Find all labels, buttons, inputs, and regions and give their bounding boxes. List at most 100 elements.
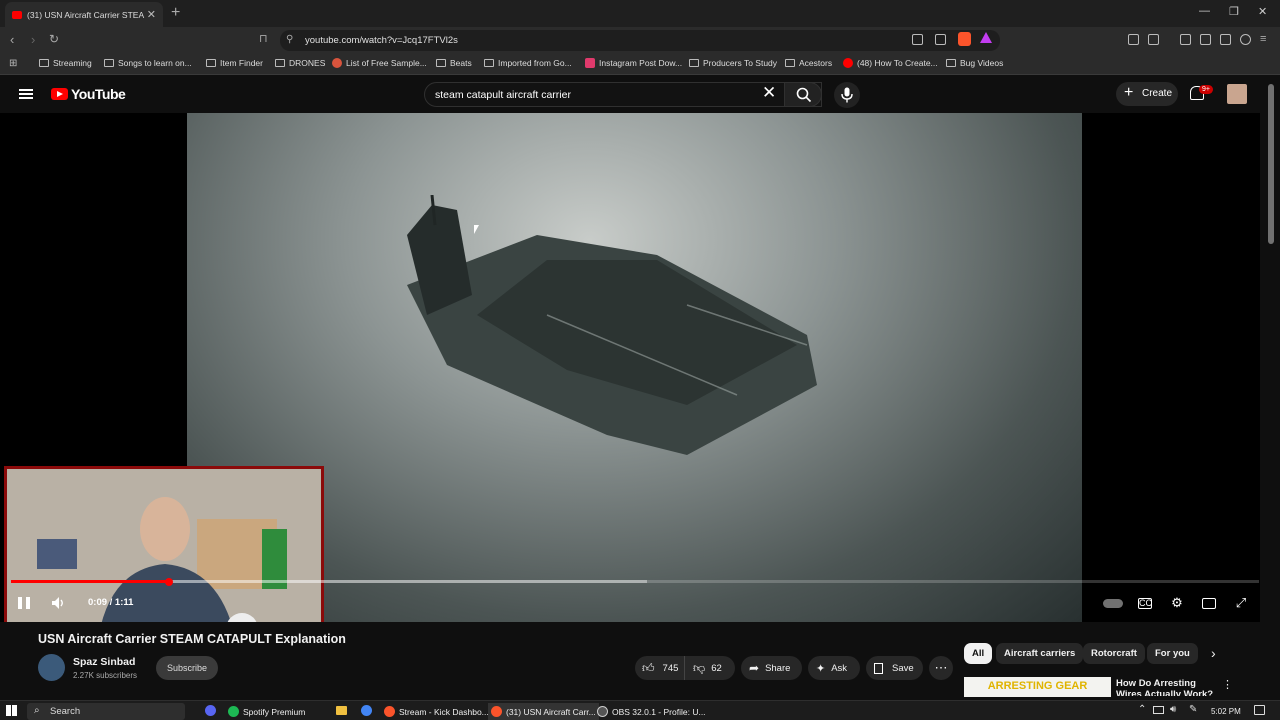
- ask-button[interactable]: ✦ Ask: [808, 656, 860, 680]
- url-field[interactable]: ⚲ youtube.com/watch?v=Jcq17FTVl2s: [280, 30, 1000, 51]
- taskbar-app-active[interactable]: (31) USN Aircraft Carr...: [488, 703, 599, 720]
- bookmark-item[interactable]: (48) How To Create...: [843, 58, 938, 68]
- subtitles-icon[interactable]: CC: [1138, 598, 1152, 609]
- wallet-icon[interactable]: [1200, 34, 1211, 45]
- new-tab-icon[interactable]: +: [171, 4, 180, 22]
- channel-avatar[interactable]: [38, 654, 65, 681]
- page-scrollbar[interactable]: [1268, 84, 1274, 244]
- bookmark-item[interactable]: Imported from Go...: [484, 58, 572, 68]
- folder-icon: [946, 59, 956, 67]
- like-button[interactable]: 👍︎ 745: [635, 656, 685, 680]
- close-window-icon[interactable]: ✕: [1258, 5, 1267, 18]
- apps-icon[interactable]: ⊞: [9, 58, 17, 69]
- windows-start-icon[interactable]: [6, 705, 17, 716]
- network-icon[interactable]: [1153, 706, 1164, 714]
- youtube-logo-icon[interactable]: [51, 88, 68, 100]
- taskbar-app[interactable]: OBS 32.0.1 - Profile: U...: [594, 703, 709, 720]
- cast-icon[interactable]: [912, 34, 923, 45]
- extensions-icon[interactable]: [1128, 34, 1139, 45]
- fullscreen-icon[interactable]: ⤢: [1234, 596, 1248, 610]
- volume-icon[interactable]: [51, 596, 65, 610]
- video-player[interactable]: [0, 113, 1260, 649]
- back-icon[interactable]: ‹: [10, 32, 14, 47]
- bookmark-label: Item Finder: [220, 58, 263, 68]
- voice-search-button[interactable]: [834, 82, 860, 108]
- share-label: Share: [765, 662, 791, 674]
- related-more-icon[interactable]: ⋮: [1222, 678, 1233, 691]
- progress-bar[interactable]: [11, 580, 1259, 583]
- site-info-icon[interactable]: ⚲: [286, 34, 293, 45]
- account-avatar[interactable]: [1227, 84, 1247, 104]
- brave-rewards-icon[interactable]: [980, 32, 992, 43]
- hamburger-menu-icon[interactable]: [19, 89, 33, 99]
- bookmark-label: Imported from Go...: [498, 58, 572, 68]
- chips-next-icon[interactable]: ›: [1211, 645, 1216, 661]
- ask-label: Ask: [831, 662, 848, 674]
- folder-icon: [206, 59, 216, 67]
- bookmark-item[interactable]: List of Free Sample...: [332, 58, 427, 68]
- bookmark-label: Producers To Study: [703, 58, 778, 68]
- youtube-logo-text[interactable]: YouTube: [71, 86, 126, 102]
- clear-search-icon[interactable]: ✕: [762, 83, 776, 103]
- microphone-icon: [841, 87, 853, 103]
- chip-all[interactable]: All: [964, 643, 993, 664]
- taskbar-app-label: Spotify Premium: [243, 706, 306, 717]
- bookmark-icon[interactable]: ⊓: [259, 32, 268, 45]
- maximize-icon[interactable]: ❐: [1229, 5, 1239, 18]
- notification-badge: 9+: [1199, 85, 1213, 94]
- chrome-icon[interactable]: [361, 705, 372, 716]
- search-button[interactable]: [784, 82, 822, 107]
- taskbar-search[interactable]: ⌕ Search: [27, 703, 185, 720]
- vpn-icon[interactable]: [1240, 34, 1251, 45]
- bookmark-item[interactable]: Producers To Study: [689, 58, 777, 68]
- reload-icon[interactable]: ↻: [49, 32, 59, 46]
- related-video-title[interactable]: How Do Arresting Wires Actually Work? (I…: [1116, 678, 1214, 696]
- bookmark-item[interactable]: Instagram Post Dow...: [585, 58, 682, 68]
- forward-icon[interactable]: ›: [31, 32, 35, 47]
- menu-icon[interactable]: ≡: [1260, 33, 1266, 45]
- bookmark-item[interactable]: Streaming: [39, 58, 92, 68]
- pen-icon[interactable]: ✎: [1189, 704, 1197, 715]
- bookmark-item[interactable]: Beats: [436, 58, 472, 68]
- chip-aircraft-carriers[interactable]: Aircraft carriers: [996, 643, 1084, 664]
- channel-name[interactable]: Spaz Sinbad: [73, 656, 135, 668]
- folder-icon: [689, 59, 699, 67]
- close-tab-icon[interactable]: ✕: [147, 8, 156, 21]
- notification-center-icon[interactable]: [1254, 705, 1265, 715]
- subscribe-button[interactable]: Subscribe: [156, 656, 218, 680]
- share-page-icon[interactable]: [935, 34, 946, 45]
- more-actions-button[interactable]: ⋯: [929, 656, 953, 680]
- taskbar-clock[interactable]: 5:02 PM: [1211, 707, 1241, 716]
- speaker-icon[interactable]: 🔊︎: [1170, 704, 1176, 715]
- pause-icon[interactable]: [18, 597, 30, 609]
- chip-for-you[interactable]: For you: [1147, 643, 1198, 664]
- file-explorer-icon[interactable]: [336, 706, 347, 715]
- media-icon[interactable]: [1180, 34, 1191, 45]
- bookmark-item[interactable]: Songs to learn on...: [104, 58, 192, 68]
- taskbar-app[interactable]: Spotify Premium: [225, 703, 308, 720]
- settings-gear-icon[interactable]: ⚙: [1170, 596, 1184, 610]
- share-button[interactable]: ➦ Share: [741, 656, 802, 680]
- bookmark-item[interactable]: Acestors: [785, 58, 832, 68]
- create-button[interactable]: + Create: [1116, 82, 1178, 106]
- taskbar-app-label: Stream - Kick Dashbo...: [399, 706, 489, 717]
- minimize-icon[interactable]: —: [1199, 5, 1210, 17]
- sidebar-icon[interactable]: [1148, 34, 1159, 45]
- taskbar-app[interactable]: Stream - Kick Dashbo...: [381, 703, 492, 720]
- dislike-button[interactable]: 👎︎ 62: [685, 656, 735, 680]
- save-button[interactable]: Save: [866, 656, 923, 680]
- tray-overflow-icon[interactable]: ⌃: [1138, 704, 1146, 715]
- aircraft-carrier-image: [407, 195, 817, 455]
- theater-mode-icon[interactable]: [1202, 598, 1216, 609]
- related-video-thumbnail[interactable]: ARRESTING GEAR: [964, 677, 1111, 697]
- url-text: youtube.com/watch?v=Jcq17FTVl2s: [305, 35, 458, 46]
- bookmark-item[interactable]: DRONES: [275, 58, 325, 68]
- bookmark-item[interactable]: Item Finder: [206, 58, 263, 68]
- bookmark-item[interactable]: Bug Videos: [946, 58, 1003, 68]
- autoplay-toggle-icon[interactable]: [1103, 596, 1123, 610]
- chip-rotorcraft[interactable]: Rotorcraft: [1083, 643, 1145, 664]
- brave-shield-icon[interactable]: [958, 32, 971, 46]
- discord-icon[interactable]: [205, 705, 216, 716]
- browser-tab[interactable]: (31) USN Aircraft Carrier STEA ✕: [5, 2, 163, 27]
- leo-icon[interactable]: [1220, 34, 1231, 45]
